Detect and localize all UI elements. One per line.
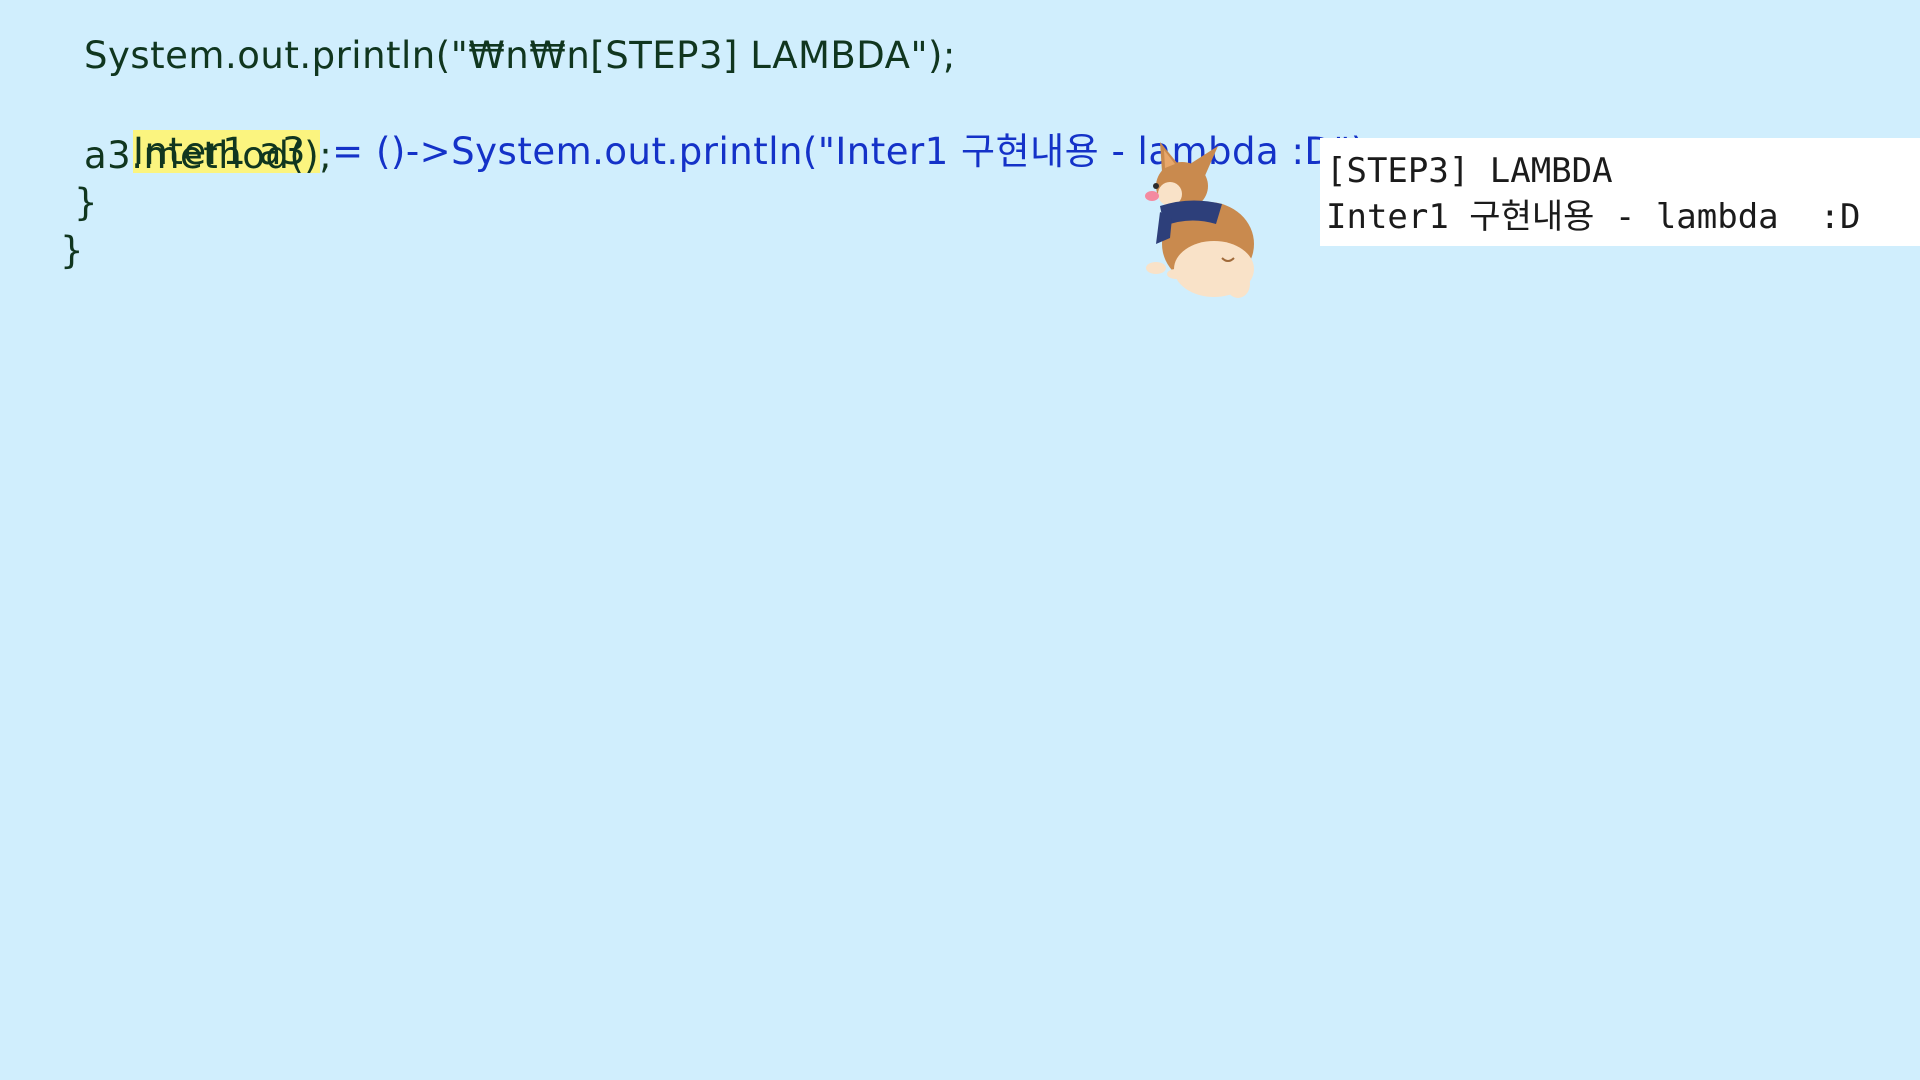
code-line-println-step3: System.out.println("₩n₩n[STEP3] LAMBDA")… — [84, 34, 956, 77]
code-closing-brace-method: } — [74, 181, 99, 224]
console-line-step3: [STEP3] LAMBDA — [1326, 151, 1613, 191]
code-closing-brace-class: } — [60, 229, 85, 272]
console-output: [STEP3] LAMBDA Inter1 구현내용 - lambda :D — [1320, 138, 1920, 246]
console-line-lambda-result: Inter1 구현내용 - lambda :D — [1326, 197, 1861, 237]
code-line-method-call: a3.method(); — [84, 134, 333, 177]
corgi-icon — [1145, 142, 1254, 298]
